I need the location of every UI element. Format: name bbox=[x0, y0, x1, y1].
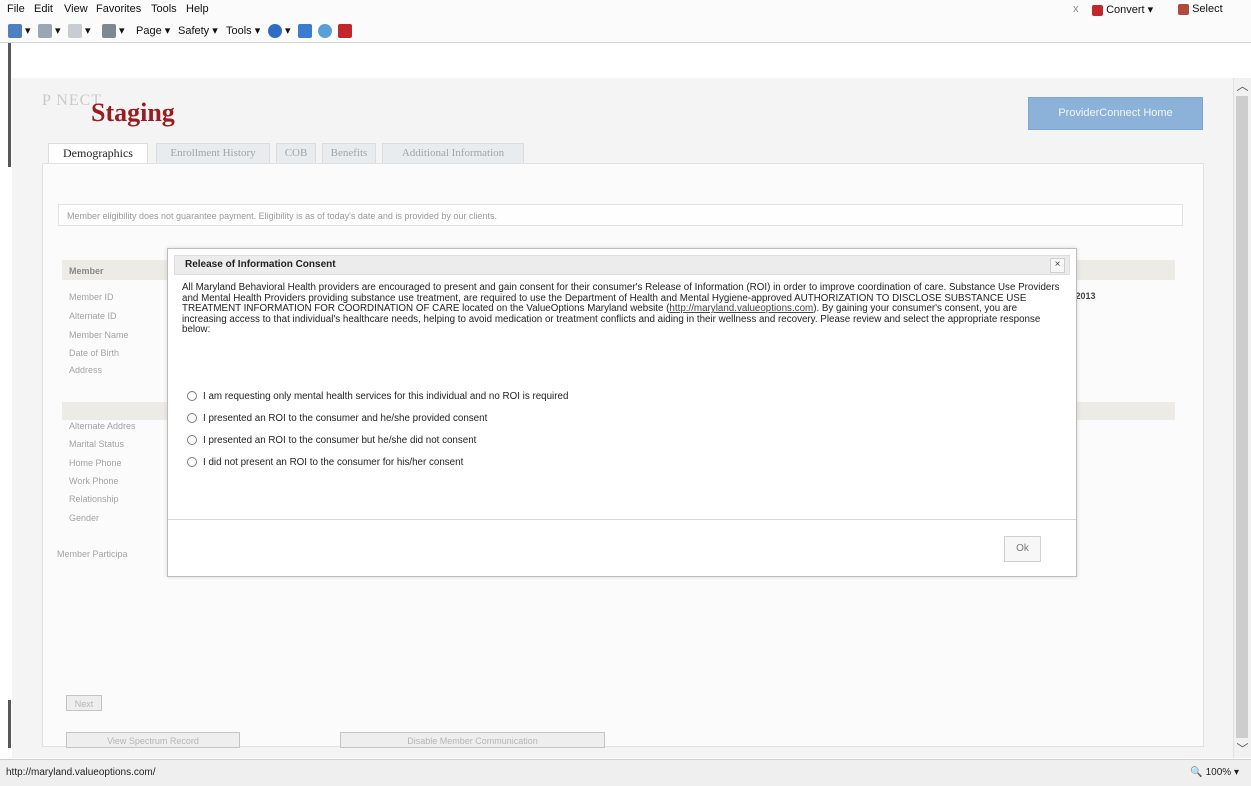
staging-label: Staging bbox=[91, 98, 175, 127]
option-not-presented[interactable]: I did not present an ROI to the consumer… bbox=[187, 457, 463, 471]
menu-bar: File Edit View Favorites Tools Help x Co… bbox=[0, 0, 1251, 20]
label-member-name: Member Name bbox=[69, 330, 129, 340]
tab-cob[interactable]: COB bbox=[276, 143, 316, 163]
label-home-phone: Home Phone bbox=[69, 458, 122, 468]
option-label: I presented an ROI to the consumer and h… bbox=[203, 413, 488, 424]
select-label: Select bbox=[1192, 3, 1223, 15]
eligibility-notice: Member eligibility does not guarantee pa… bbox=[58, 204, 1183, 226]
label-work-phone: Work Phone bbox=[69, 476, 119, 486]
view-spectrum-record-button[interactable]: View Spectrum Record bbox=[66, 732, 240, 748]
zoom-control[interactable]: 🔍 100% ▾ bbox=[1190, 767, 1239, 778]
label-member-id: Member ID bbox=[69, 292, 114, 302]
zoom-icon: 🔍 bbox=[1190, 767, 1203, 778]
menu-edit[interactable]: Edit bbox=[34, 3, 53, 15]
disable-member-communication-button[interactable]: Disable Member Communication bbox=[340, 732, 605, 748]
dialog-message: All Maryland Behavioral Health providers… bbox=[182, 282, 1060, 336]
option-label: I presented an ROI to the consumer but h… bbox=[203, 435, 477, 446]
scroll-thumb[interactable] bbox=[1236, 96, 1248, 738]
label-relationship: Relationship bbox=[69, 494, 119, 504]
convert-label: Convert ▾ bbox=[1106, 4, 1154, 16]
mail-icon[interactable]: ▾ bbox=[68, 24, 91, 39]
ok-button[interactable]: Ok bbox=[1004, 536, 1041, 562]
command-bar: ▾ ▾ ▾ ▾ Page ▾ Safety ▾ Tools ▾ ▾ bbox=[0, 20, 1251, 43]
menu-file[interactable]: File bbox=[7, 3, 25, 15]
label-alternate-address: Alternate Addres bbox=[69, 421, 136, 431]
member-heading: Member bbox=[69, 266, 104, 276]
safety-menu[interactable]: Safety ▾ bbox=[178, 24, 218, 37]
label-member-participation: Member Participa bbox=[57, 549, 128, 559]
select-button[interactable]: Select bbox=[1178, 3, 1223, 15]
option-mental-health-only[interactable]: I am requesting only mental health servi… bbox=[187, 391, 568, 405]
tools-menu[interactable]: Tools ▾ bbox=[226, 24, 260, 37]
provider-connect-home-button[interactable]: ProviderConnect Home bbox=[1028, 97, 1203, 130]
label-gender: Gender bbox=[69, 513, 100, 523]
option-label: I did not present an ROI to the consumer… bbox=[203, 457, 464, 468]
tab-additional-information[interactable]: Additional Information bbox=[382, 143, 524, 163]
print-icon[interactable]: ▾ bbox=[102, 24, 125, 39]
close-toolbar-button[interactable]: x bbox=[1073, 3, 1079, 15]
help-icon[interactable]: ▾ bbox=[268, 24, 291, 39]
dialog-title: Release of Information Consent bbox=[185, 259, 336, 270]
radio-button[interactable] bbox=[187, 413, 197, 423]
refresh-icon[interactable] bbox=[318, 24, 332, 38]
tab-enrollment-history[interactable]: Enrollment History bbox=[156, 143, 270, 163]
radio-button[interactable] bbox=[187, 391, 197, 401]
addon-icon[interactable] bbox=[298, 24, 312, 38]
window-edge bbox=[8, 700, 11, 748]
status-url: http://maryland.valueoptions.com/ bbox=[6, 767, 156, 778]
next-button[interactable]: Next bbox=[66, 695, 102, 711]
valueoptions-link[interactable]: http://maryland.valueoptions.com bbox=[669, 303, 813, 314]
scroll-up-icon[interactable]: ︿ bbox=[1234, 78, 1251, 95]
label-alternate-id: Alternate ID bbox=[69, 311, 117, 321]
dialog-header: Release of Information Consent × bbox=[174, 255, 1070, 275]
label-date-of-birth: Date of Birth bbox=[69, 348, 120, 358]
scroll-down-icon[interactable]: ﹀ bbox=[1234, 741, 1251, 758]
zoom-level: 100% bbox=[1205, 767, 1232, 778]
menu-view[interactable]: View bbox=[64, 3, 88, 15]
page-menu[interactable]: Page ▾ bbox=[136, 24, 170, 37]
window-edge bbox=[8, 43, 11, 167]
dialog-divider bbox=[168, 519, 1076, 520]
feeds-icon[interactable]: ▾ bbox=[38, 24, 61, 39]
radio-button[interactable] bbox=[187, 435, 197, 445]
menu-tools[interactable]: Tools bbox=[151, 3, 177, 15]
roi-consent-dialog: Release of Information Consent × All Mar… bbox=[167, 248, 1077, 577]
status-bar: http://maryland.valueoptions.com/ 🔍 100%… bbox=[0, 759, 1251, 786]
option-label: I am requesting only mental health servi… bbox=[203, 391, 569, 402]
convert-button[interactable]: Convert ▾ bbox=[1092, 3, 1153, 16]
vertical-scrollbar[interactable]: ︿ ﹀ bbox=[1233, 78, 1251, 758]
menu-help[interactable]: Help bbox=[186, 3, 209, 15]
close-icon[interactable]: × bbox=[1050, 258, 1065, 273]
label-marital-status: Marital Status bbox=[69, 439, 125, 449]
label-address: Address bbox=[69, 365, 103, 375]
home-icon[interactable]: ▾ bbox=[8, 24, 31, 39]
pdf-convert-icon bbox=[1092, 4, 1103, 16]
tab-demographics[interactable]: Demographics bbox=[48, 143, 148, 163]
tab-benefits[interactable]: Benefits bbox=[322, 143, 376, 163]
pdf-icon[interactable] bbox=[338, 24, 352, 38]
menu-favorites[interactable]: Favorites bbox=[96, 3, 141, 15]
radio-button[interactable] bbox=[187, 457, 197, 467]
select-icon bbox=[1178, 3, 1189, 15]
option-consent-provided[interactable]: I presented an ROI to the consumer and h… bbox=[187, 413, 487, 427]
option-consent-declined[interactable]: I presented an ROI to the consumer but h… bbox=[187, 435, 476, 449]
